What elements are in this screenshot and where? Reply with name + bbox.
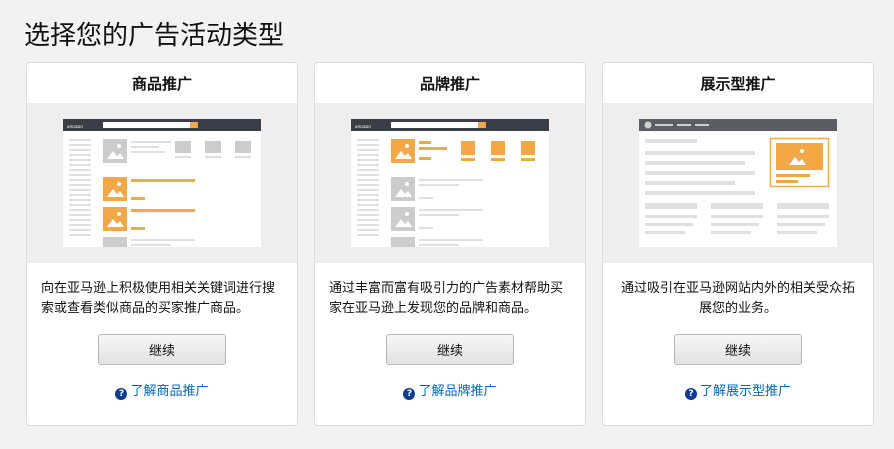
sponsored-brands-card: 品牌推广 amazon 通过丰富而富有吸引力的广告素材帮助买家在亚马逊上发现您的… — [314, 62, 586, 426]
learn-more-link-container: ? 了解商品推广 — [27, 380, 297, 400]
preview-illustration: amazon — [315, 103, 585, 263]
continue-button[interactable]: 继续 — [386, 334, 514, 365]
preview-illustration: amazon — [27, 103, 297, 263]
mock-logo: amazon — [67, 124, 83, 129]
card-description: 通过丰富而富有吸引力的广告素材帮助买家在亚马逊上发现您的品牌和商品。 — [329, 281, 564, 316]
sponsored-products-illustration: amazon — [63, 119, 261, 247]
page-title: 选择您的广告活动类型 — [24, 21, 285, 51]
learn-sponsored-display-link[interactable]: 了解展示型推广 — [700, 384, 791, 399]
sponsored-display-illustration — [639, 119, 837, 247]
card-description: 向在亚马逊上积极使用相关关键词进行搜索或查看类似商品的买家推广商品。 — [41, 281, 276, 316]
sponsored-products-card: 商品推广 amazon 向在亚马逊上积极使用相关关键词进行搜索或查看类似商品的买… — [26, 62, 298, 426]
card-title: 品牌推广 — [419, 75, 480, 93]
continue-button[interactable]: 继续 — [674, 334, 802, 365]
question-circle-icon: ? — [115, 388, 128, 400]
card-title: 展示型推广 — [700, 75, 776, 93]
sponsored-display-card: 展示型推广 通过吸引在亚马逊网站内外的相关受众拓展您的业务。 继续 ? 了解展示… — [602, 62, 874, 426]
card-title: 商品推广 — [131, 75, 192, 93]
learn-sponsored-brands-link[interactable]: 了解品牌推广 — [418, 384, 496, 399]
question-circle-icon: ? — [403, 388, 416, 400]
sponsored-brands-illustration: amazon — [351, 119, 549, 247]
learn-more-link-container: ? 了解品牌推广 — [315, 380, 585, 400]
learn-sponsored-products-link[interactable]: 了解商品推广 — [130, 384, 208, 399]
preview-illustration — [603, 103, 873, 263]
continue-button[interactable]: 继续 — [98, 334, 226, 365]
learn-more-link-container: ? 了解展示型推广 — [603, 380, 873, 400]
mock-logo: amazon — [355, 124, 371, 129]
question-circle-icon: ? — [684, 388, 697, 400]
card-description: 通过吸引在亚马逊网站内外的相关受众拓展您的业务。 — [620, 281, 855, 316]
